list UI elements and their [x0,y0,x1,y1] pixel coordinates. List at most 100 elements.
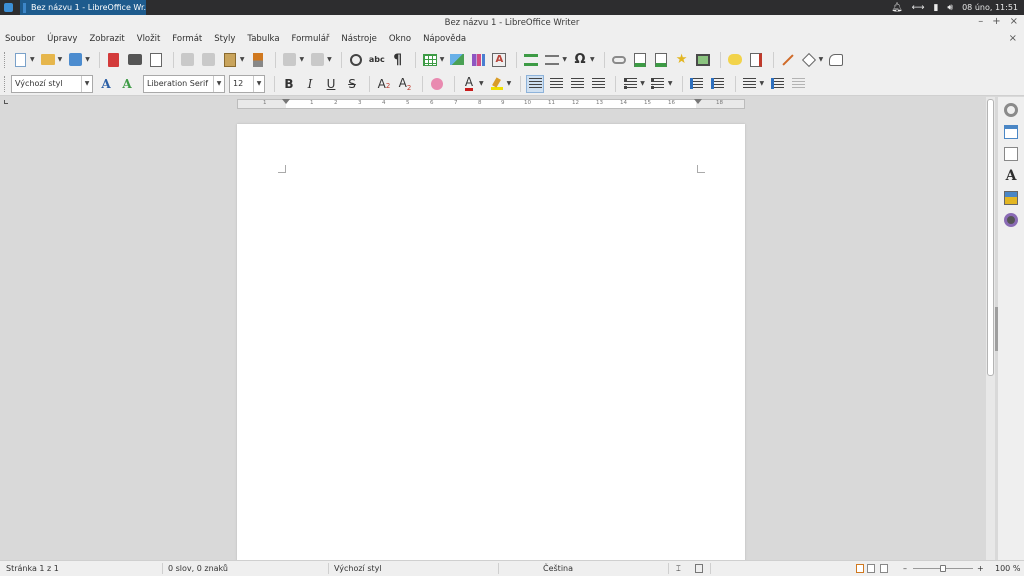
numbering-dropdown-arrow[interactable]: ▼ [668,80,673,87]
scrollbar-thumb[interactable] [987,99,994,376]
insert-mode-icon[interactable]: ⌶ [676,564,681,574]
volume-icon[interactable]: 🔊︎ [947,3,953,13]
paragraph-style-combo[interactable]: Výchozí styl ▼ [11,74,93,93]
export-pdf-button[interactable] [105,51,123,69]
paste-button[interactable] [221,51,239,69]
highlight-button[interactable] [488,75,506,93]
battery-icon[interactable]: ▮ [933,3,938,13]
minimize-button[interactable]: – [978,16,983,27]
properties-icon[interactable] [1004,125,1018,139]
app-menu-button[interactable] [0,0,16,15]
menu-upravy[interactable]: Úpravy [47,34,83,44]
highlight-dropdown-arrow[interactable]: ▼ [507,80,512,87]
tab-type-selector[interactable] [4,100,8,104]
font-name-combo[interactable]: Liberation Serif ▼ [143,74,225,93]
menu-napoveda[interactable]: Nápověda [423,34,472,44]
comment-button[interactable] [726,51,744,69]
network-icon[interactable]: ⟷ [912,3,925,13]
chevron-down-icon[interactable]: ▼ [81,75,92,92]
save-button[interactable] [66,51,84,69]
single-page-view-icon[interactable] [856,564,864,573]
zoom-level[interactable]: 100 % [995,564,1020,573]
multi-page-view-icon[interactable] [867,564,875,573]
page-icon[interactable] [1004,147,1018,161]
gallery-icon[interactable] [1004,191,1018,205]
new-document-button[interactable] [11,51,29,69]
close-document-button[interactable]: × [1009,33,1017,44]
bullets-dropdown-arrow[interactable]: ▼ [640,80,645,87]
menu-okno[interactable]: Okno [389,34,417,44]
left-indent-marker[interactable] [282,99,290,104]
draw-functions-button[interactable] [827,51,845,69]
shapes-dropdown-arrow[interactable]: ▼ [819,56,824,63]
insert-image-button[interactable] [448,51,466,69]
bold-button[interactable]: B [280,75,298,93]
footnote-button[interactable] [631,51,649,69]
chevron-down-icon[interactable]: ▼ [213,75,224,92]
menu-format[interactable]: Formát [172,34,208,44]
find-replace-button[interactable] [347,51,365,69]
paragraph-dialog-button[interactable] [789,75,807,93]
document-workspace[interactable]: 1 1 2 3 4 5 6 7 8 9 10 11 12 13 14 15 16… [0,97,986,560]
open-button[interactable] [39,51,57,69]
increase-indent-button[interactable] [688,75,706,93]
align-right-button[interactable] [568,75,586,93]
toolbar-grip[interactable] [4,51,7,68]
new-dropdown-arrow[interactable]: ▼ [30,56,35,63]
undo-button[interactable] [281,51,299,69]
copy-button[interactable] [200,51,218,69]
insert-table-button[interactable] [421,51,439,69]
clear-formatting-button[interactable] [428,75,446,93]
bell-icon[interactable]: 🔔︎ [891,3,902,13]
menu-formular[interactable]: Formulář [292,34,336,44]
print-preview-button[interactable] [147,51,165,69]
basic-shapes-button[interactable] [800,51,818,69]
line-spacing-dropdown-arrow[interactable]: ▼ [760,80,765,87]
undo-dropdown-arrow[interactable]: ▼ [300,56,305,63]
cross-reference-button[interactable] [694,51,712,69]
special-character-button[interactable]: Ω [571,51,589,69]
menu-nastroje[interactable]: Nástroje [341,34,382,44]
horizontal-ruler[interactable]: 1 1 2 3 4 5 6 7 8 9 10 11 12 13 14 15 16… [237,99,745,109]
align-center-button[interactable] [547,75,565,93]
redo-button[interactable] [308,51,326,69]
maximize-button[interactable]: + [992,16,1000,27]
field-dropdown-arrow[interactable]: ▼ [562,56,567,63]
document-modified-icon[interactable] [695,564,703,573]
page-break-button[interactable] [522,51,540,69]
underline-button[interactable]: U [322,75,340,93]
menu-vlozit[interactable]: Vložit [137,34,167,44]
print-button[interactable] [126,51,144,69]
align-left-button[interactable] [526,74,545,93]
insert-field-button[interactable] [543,51,561,69]
line-spacing-button[interactable] [741,75,759,93]
zoom-in-icon[interactable]: + [977,564,984,573]
superscript-button[interactable]: A2 [375,75,393,93]
formatting-marks-button[interactable]: ¶ [389,51,407,69]
italic-button[interactable]: I [301,75,319,93]
page-count[interactable]: Stránka 1 z 1 [6,564,59,573]
numbering-button[interactable] [649,75,667,93]
save-dropdown-arrow[interactable]: ▼ [85,56,90,63]
insert-textbox-button[interactable]: A [490,51,508,69]
font-color-button[interactable]: A [460,75,478,93]
justify-button[interactable] [589,75,607,93]
menu-styly[interactable]: Styly [214,34,241,44]
insert-line-button[interactable] [779,51,797,69]
menu-tabulka[interactable]: Tabulka [247,34,285,44]
styles-icon[interactable]: A [1004,169,1018,183]
endnote-button[interactable] [652,51,670,69]
zoom-out-icon[interactable]: – [903,564,907,573]
book-view-icon[interactable] [880,564,888,573]
update-style-button[interactable]: A [97,75,115,93]
bookmark-button[interactable]: ★ [673,51,691,69]
window-titlebar[interactable]: Bez názvu 1 - LibreOffice Writer – + × [0,15,1024,31]
track-changes-button[interactable] [747,51,765,69]
word-count[interactable]: 0 slov, 0 znaků [168,564,228,573]
hyperlink-button[interactable] [610,51,628,69]
toolbar-grip[interactable] [4,75,7,92]
menu-zobrazit[interactable]: Zobrazit [89,34,130,44]
right-indent-marker[interactable] [694,99,702,104]
chevron-down-icon[interactable]: ▼ [253,75,264,92]
paste-dropdown-arrow[interactable]: ▼ [240,56,245,63]
